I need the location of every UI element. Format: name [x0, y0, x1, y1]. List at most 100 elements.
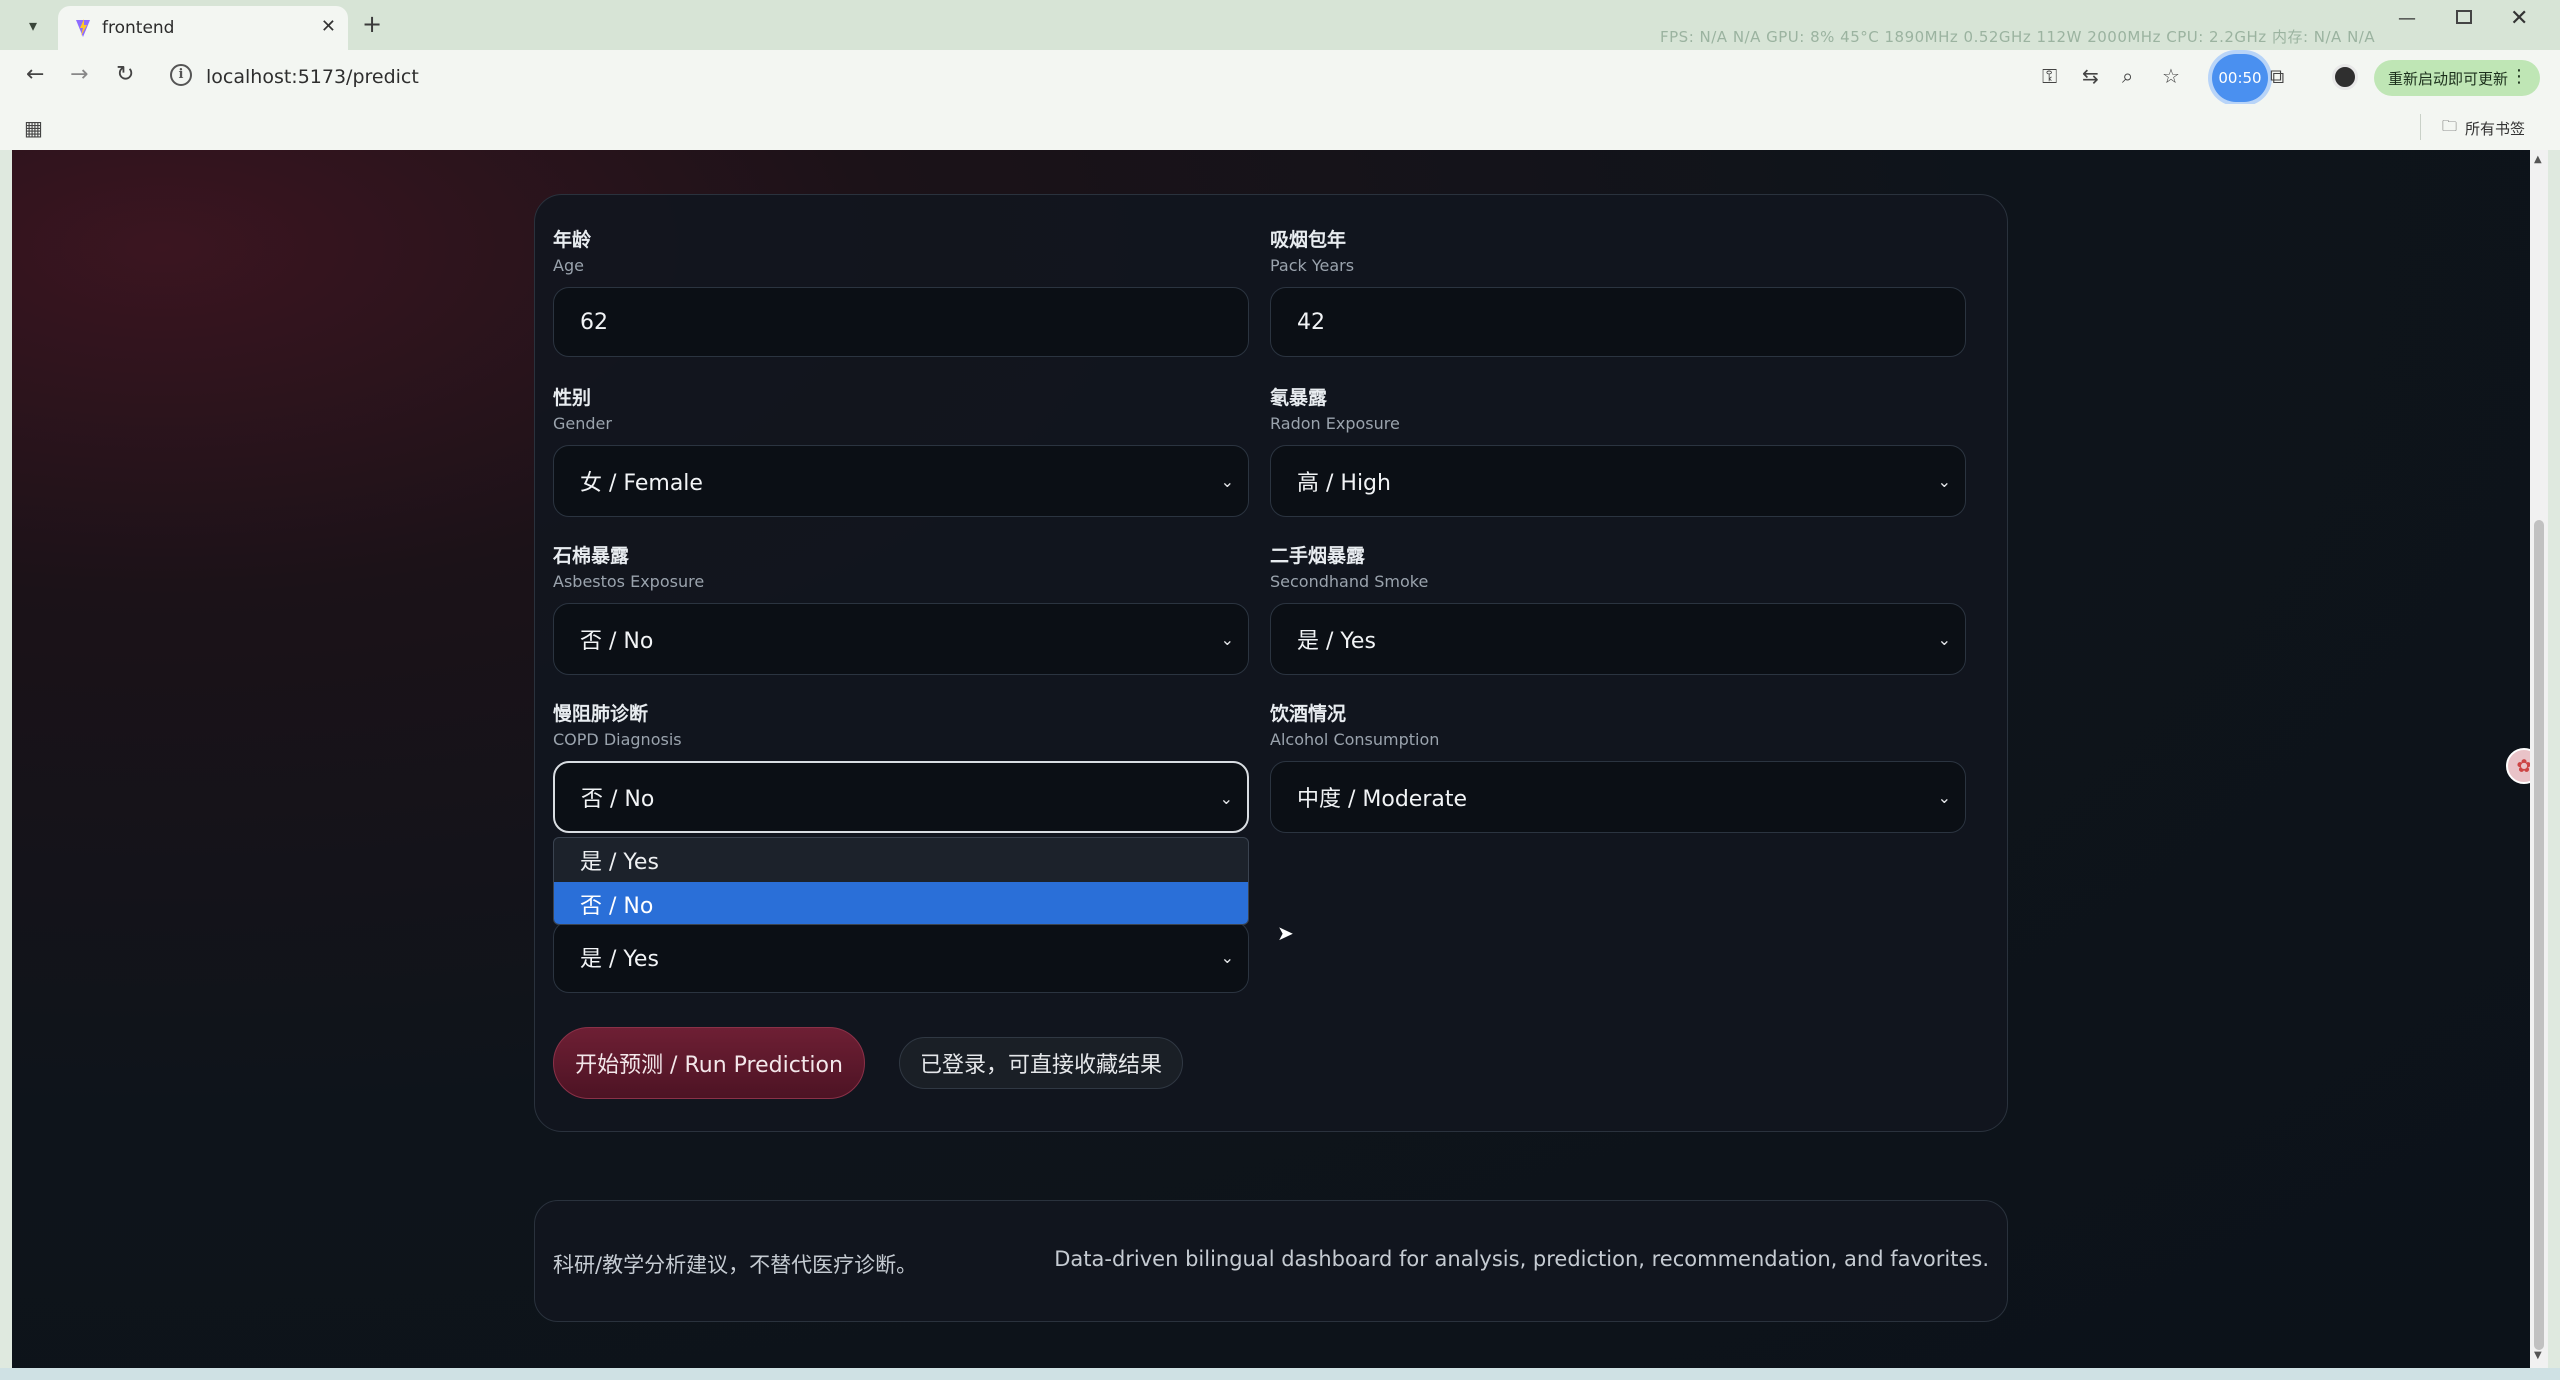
- vite-logo-icon: [76, 19, 90, 37]
- footer-card: 科研/教学分析建议，不替代医疗诊断。 Data-driven bilingual…: [534, 1200, 2008, 1322]
- secondhand-select[interactable]: 是 / Yes ⌄: [1270, 603, 1966, 675]
- window-restore-icon[interactable]: [2456, 10, 2472, 24]
- gender-value: 女 / Female: [580, 471, 703, 496]
- alcohol-label-cn: 饮酒情况: [1270, 703, 1347, 725]
- chevron-down-icon: ⌄: [1220, 630, 1234, 649]
- gender-field: 性别 Gender: [553, 383, 1249, 433]
- bookmarks-bar: ▦ 🗀 所有书签: [0, 104, 2560, 150]
- copd-label-cn: 慢阻肺诊断: [553, 703, 649, 725]
- alcohol-value: 中度 / Moderate: [1297, 787, 1468, 812]
- window-bottom-edge: [0, 1368, 2560, 1380]
- logged-in-badge: 已登录，可直接收藏结果: [899, 1037, 1184, 1089]
- secondhand-value: 是 / Yes: [1297, 629, 1376, 654]
- tab-close-icon[interactable]: ✕: [321, 16, 336, 37]
- all-bookmarks-label: 所有书签: [2465, 120, 2526, 138]
- folder-icon: 🗀: [2442, 117, 2458, 135]
- bookmark-star-icon[interactable]: ☆: [2162, 64, 2180, 88]
- window-minimize-icon[interactable]: —: [2398, 8, 2416, 29]
- pack-years-input[interactable]: 42: [1270, 287, 1966, 357]
- password-key-icon[interactable]: ⚿: [2042, 64, 2057, 88]
- copd-option-no[interactable]: 否 / No: [554, 882, 1248, 924]
- mouse-cursor-icon: ➤: [1277, 921, 1294, 945]
- forward-arrow-icon[interactable]: →: [70, 62, 88, 87]
- age-label-cn: 年龄: [553, 229, 592, 251]
- floating-assistant-icon[interactable]: ✿: [2506, 748, 2530, 784]
- asbestos-label-cn: 石棉暴露: [553, 545, 630, 567]
- copd-field: 慢阻肺诊断 COPD Diagnosis: [553, 699, 1249, 749]
- chevron-down-icon: ⌄: [1219, 789, 1233, 808]
- page-scrollbar[interactable]: ▲ ▼: [2530, 150, 2548, 1368]
- reload-icon[interactable]: ↻: [116, 62, 134, 87]
- radon-value: 高 / High: [1297, 471, 1391, 496]
- back-arrow-icon[interactable]: ←: [26, 62, 44, 87]
- update-label: 重新启动即可更新: [2388, 69, 2509, 88]
- browser-toolbar: ← → ↻ i localhost:5173/predict ⚿ ⇆ ⌕ ☆ 0…: [0, 50, 2560, 104]
- gender-select[interactable]: 女 / Female ⌄: [553, 445, 1249, 517]
- chevron-down-icon: ⌄: [1220, 472, 1234, 491]
- pack-years-label-en: Pack Years: [1270, 256, 1355, 275]
- chevron-down-icon: ⌄: [1220, 948, 1234, 967]
- run-prediction-button[interactable]: 开始预测 / Run Prediction: [553, 1027, 865, 1099]
- browser-tab-bar: ▾ frontend ✕ + FPS: N/A N/A GPU: 8% 45°C…: [0, 0, 2560, 50]
- extensions-icon[interactable]: ⧉: [2270, 64, 2284, 88]
- relaunch-update-button[interactable]: 重新启动即可更新 ⋮: [2374, 60, 2540, 96]
- radon-select[interactable]: 高 / High ⌄: [1270, 445, 1966, 517]
- pack-years-value: 42: [1297, 309, 1325, 335]
- tab-title: frontend: [102, 18, 175, 38]
- zoom-icon[interactable]: ⌕: [2122, 64, 2133, 88]
- scrollbar-thumb[interactable]: [2534, 520, 2544, 1350]
- secondhand-label-en: Secondhand Smoke: [1270, 572, 1429, 591]
- prediction-form-card: 年龄 Age 62 吸烟包年 Pack Years 42 性别 Gender 女…: [534, 194, 2008, 1132]
- asbestos-select[interactable]: 否 / No ⌄: [553, 603, 1249, 675]
- age-field: 年龄 Age: [553, 225, 1249, 275]
- secondhand-field: 二手烟暴露 Secondhand Smoke: [1270, 541, 1966, 591]
- secondhand-label-cn: 二手烟暴露: [1270, 545, 1366, 567]
- all-bookmarks-button[interactable]: 🗀 所有书签: [2442, 116, 2525, 141]
- translate-icon[interactable]: ⇆: [2082, 64, 2099, 88]
- family-history-value: 是 / Yes: [580, 947, 659, 972]
- chevron-down-icon: ⌄: [1937, 472, 1951, 491]
- alcohol-select[interactable]: 中度 / Moderate ⌄: [1270, 761, 1966, 833]
- menu-dots-icon[interactable]: ⋮: [2510, 66, 2528, 87]
- timer-badge[interactable]: 00:50: [2212, 54, 2268, 102]
- radon-label-cn: 氡暴露: [1270, 387, 1328, 409]
- asbestos-label-en: Asbestos Exposure: [553, 572, 705, 591]
- scroll-down-arrow-icon[interactable]: ▼: [2534, 1350, 2542, 1361]
- gender-label-cn: 性别: [553, 387, 592, 409]
- asbestos-value: 否 / No: [580, 629, 654, 654]
- chevron-down-icon: ⌄: [1937, 788, 1951, 807]
- pack-years-field: 吸烟包年 Pack Years: [1270, 225, 1966, 275]
- asbestos-field: 石棉暴露 Asbestos Exposure: [553, 541, 1249, 591]
- site-info-icon[interactable]: i: [170, 64, 192, 86]
- gender-label-en: Gender: [553, 414, 612, 433]
- new-tab-plus-icon[interactable]: +: [362, 10, 382, 38]
- tab-list-chevron-icon[interactable]: ▾: [18, 10, 48, 40]
- copd-option-yes[interactable]: 是 / Yes: [554, 838, 1248, 882]
- copd-label-en: COPD Diagnosis: [553, 730, 682, 749]
- chevron-down-icon: ⌄: [1937, 630, 1951, 649]
- alcohol-label-en: Alcohol Consumption: [1270, 730, 1440, 749]
- age-label-en: Age: [553, 256, 584, 275]
- copd-dropdown-list: 是 / Yes 否 / No: [553, 837, 1249, 925]
- performance-overlay-text: FPS: N/A N/A GPU: 8% 45°C 1890MHz 0.52GH…: [1660, 28, 2376, 46]
- page-viewport: 年龄 Age 62 吸烟包年 Pack Years 42 性别 Gender 女…: [12, 150, 2530, 1368]
- copd-select[interactable]: 否 / No ⌄: [553, 761, 1249, 833]
- age-value: 62: [580, 309, 608, 335]
- copd-value: 否 / No: [581, 787, 655, 812]
- address-bar[interactable]: [160, 58, 2200, 96]
- browser-tab[interactable]: frontend ✕: [58, 6, 348, 50]
- apps-grid-icon[interactable]: ▦: [24, 116, 43, 140]
- footer-tagline: Data-driven bilingual dashboard for anal…: [1054, 1247, 1989, 1271]
- scroll-up-arrow-icon[interactable]: ▲: [2534, 154, 2542, 165]
- radon-field: 氡暴露 Radon Exposure: [1270, 383, 1966, 433]
- profile-avatar[interactable]: [2332, 64, 2358, 90]
- family-history-select[interactable]: 是 / Yes ⌄: [553, 921, 1249, 993]
- alcohol-field: 饮酒情况 Alcohol Consumption: [1270, 699, 1966, 749]
- window-close-icon[interactable]: ✕: [2510, 6, 2528, 31]
- footer-disclaimer: 科研/教学分析建议，不替代医疗诊断。: [553, 1253, 918, 1277]
- bookmarks-divider: [2420, 114, 2421, 140]
- age-input[interactable]: 62: [553, 287, 1249, 357]
- url-text[interactable]: localhost:5173/predict: [206, 66, 419, 88]
- pack-years-label-cn: 吸烟包年: [1270, 229, 1347, 251]
- radon-label-en: Radon Exposure: [1270, 414, 1400, 433]
